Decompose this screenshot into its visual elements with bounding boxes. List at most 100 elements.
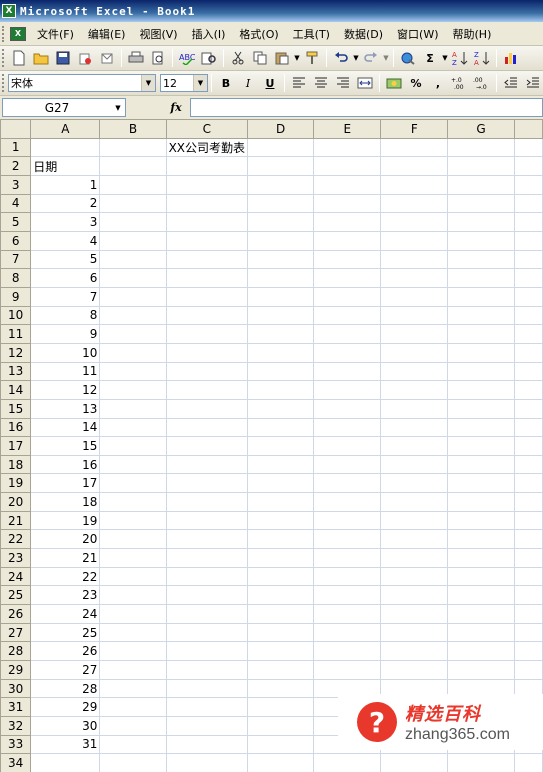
cell[interactable] [447,585,515,606]
cell[interactable] [380,174,449,195]
cell[interactable] [380,622,449,643]
cell[interactable] [165,417,249,438]
menu-insert[interactable]: 插入(I) [185,26,233,42]
cell[interactable] [165,473,249,494]
cell[interactable] [513,566,543,587]
cell-a[interactable]: 11 [30,361,101,382]
cell[interactable] [513,342,543,363]
cell[interactable] [99,716,167,736]
cell[interactable] [513,753,543,772]
row-header[interactable]: 9 [0,286,32,307]
cell[interactable] [513,361,543,382]
cell[interactable] [380,249,449,270]
cell[interactable] [447,622,515,643]
column-header[interactable]: F [380,119,449,139]
cell[interactable] [313,286,382,307]
cell[interactable] [513,622,543,643]
cell[interactable] [447,137,515,158]
decrease-indent-icon[interactable] [501,73,521,93]
cell[interactable] [380,510,449,531]
cell[interactable] [165,268,249,288]
cell-a[interactable] [30,137,101,158]
cell[interactable] [447,473,515,494]
redo-dropdown-icon[interactable]: ▼ [382,54,390,62]
cell-a[interactable]: 21 [30,548,101,568]
cell[interactable] [165,529,249,550]
currency-icon[interactable] [384,73,404,93]
cell-a[interactable]: 22 [30,566,101,587]
cell[interactable] [99,585,167,606]
cut-icon[interactable] [228,48,248,68]
row-header[interactable]: 25 [0,585,32,606]
cell[interactable] [447,529,515,550]
row-header[interactable]: 28 [0,641,32,662]
cell[interactable] [99,361,167,382]
cell-a[interactable]: 5 [30,249,101,270]
cell[interactable] [380,137,449,158]
cell-a[interactable]: 24 [30,604,101,624]
cell-a[interactable]: 19 [30,510,101,531]
cell[interactable] [513,454,543,475]
row-header[interactable]: 12 [0,342,32,363]
decrease-decimal-icon[interactable]: .00 →.0 [472,73,492,93]
cell[interactable] [313,249,382,270]
cell[interactable] [447,436,515,456]
cell[interactable] [380,212,449,232]
cell[interactable] [380,324,449,344]
row-header[interactable]: 2 [0,156,32,176]
cell-a[interactable]: 14 [30,417,101,438]
cell[interactable] [313,660,382,680]
cell[interactable] [513,286,543,307]
cell[interactable] [447,305,515,326]
cell[interactable] [313,417,382,438]
cell[interactable] [380,342,449,363]
cell[interactable] [380,454,449,475]
cell[interactable] [447,342,515,363]
cell[interactable] [247,137,315,158]
cell[interactable] [99,230,167,251]
percent-style-button[interactable]: % [406,73,426,93]
cell[interactable] [247,753,315,772]
menu-file[interactable]: 文件(F) [30,26,81,42]
cell-a[interactable]: 29 [30,697,101,717]
cell[interactable] [99,473,167,494]
row-header[interactable]: 33 [0,734,32,755]
row-header[interactable]: 7 [0,249,32,270]
cell[interactable] [447,268,515,288]
cell[interactable] [247,641,315,662]
cell[interactable] [247,230,315,251]
cell[interactable] [247,529,315,550]
cell-a[interactable]: 6 [30,268,101,288]
cell[interactable] [99,510,167,531]
row-header[interactable]: 34 [0,753,32,772]
font-name-select[interactable]: 宋体 ▼ [8,74,156,92]
cell[interactable] [513,230,543,251]
cell[interactable] [313,585,382,606]
toolbar-grip[interactable] [2,74,5,92]
cell[interactable] [247,678,315,699]
row-header[interactable]: 1 [0,137,32,158]
cell[interactable] [165,492,249,512]
cell[interactable] [99,492,167,512]
cell[interactable] [313,174,382,195]
cell-a[interactable]: 28 [30,678,101,699]
row-header[interactable]: 4 [0,193,32,214]
cell[interactable] [380,548,449,568]
cell[interactable] [513,660,543,680]
row-header[interactable]: 21 [0,510,32,531]
cell[interactable] [513,174,543,195]
redo-icon[interactable] [361,48,381,68]
workbook-icon[interactable]: X [10,26,26,41]
cell[interactable] [513,417,543,438]
underline-button[interactable]: U [260,73,280,93]
cell-a[interactable]: 25 [30,622,101,643]
cell[interactable] [99,305,167,326]
cell[interactable] [447,753,515,772]
cell-a[interactable]: 日期 [30,156,101,176]
menu-data[interactable]: 数据(D) [337,26,390,42]
cell[interactable] [99,678,167,699]
cell[interactable] [380,193,449,214]
cell[interactable] [165,193,249,214]
cell[interactable] [380,230,449,251]
cell[interactable] [247,212,315,232]
